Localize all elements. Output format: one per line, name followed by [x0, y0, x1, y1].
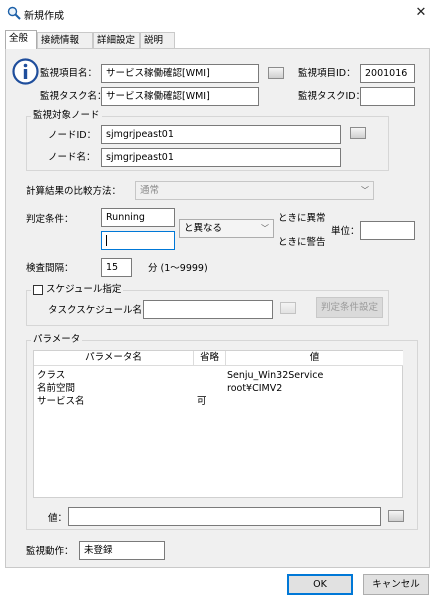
condition-label: 判定条件：: [26, 214, 74, 225]
close-icon[interactable]: ✕: [412, 4, 430, 22]
compare-select[interactable]: 通常 ﹀: [135, 181, 374, 200]
param-row-3-omit: 可: [197, 396, 207, 407]
parameter-table[interactable]: パラメータ名 省略 値 クラス Senju_Win32Service 名前空間 …: [33, 350, 403, 498]
param-value-input[interactable]: [68, 507, 381, 526]
ok-button[interactable]: OK: [287, 574, 353, 595]
task-id-input[interactable]: [360, 87, 415, 106]
action-label: 監視動作：: [26, 546, 74, 557]
node-id-label: ノードID：: [48, 130, 97, 141]
interval-input[interactable]: 15: [101, 258, 132, 277]
item-name-label: 監視項目名：: [40, 68, 98, 79]
window-title: 新規作成: [24, 11, 64, 22]
item-id-input[interactable]: 2001016: [360, 64, 415, 83]
compare-label: 計算結果の比較方法：: [26, 186, 122, 197]
cancel-button[interactable]: キャンセル: [363, 574, 429, 595]
unit-label: 単位：: [331, 226, 360, 237]
text-cursor: [106, 235, 107, 246]
tab-description[interactable]: 説明: [140, 32, 175, 48]
chevron-down-icon: ﹀: [361, 186, 369, 195]
condition-value1-input[interactable]: Running: [101, 208, 175, 227]
interval-label: 検査間隔：: [26, 263, 74, 274]
schedule-name-label: タスクスケジュール名：: [48, 305, 152, 316]
schedule-checkbox-label: スケジュール指定: [46, 284, 122, 295]
condition-settings-button[interactable]: 判定条件設定: [316, 297, 383, 318]
item-name-input[interactable]: サービス稼働確認[WMI]: [101, 64, 259, 83]
condition-value2-input[interactable]: [101, 231, 175, 250]
item-select-button[interactable]: [268, 67, 284, 79]
column-header-value[interactable]: 値: [226, 351, 403, 366]
parameter-group-label: パラメータ: [31, 334, 83, 346]
magnifier-icon: [7, 6, 21, 20]
param-value-label: 値：: [48, 513, 68, 524]
task-name-input[interactable]: サービス稼働確認[WMI]: [101, 87, 259, 106]
schedule-name-input[interactable]: [143, 300, 273, 319]
schedule-checkbox-row[interactable]: スケジュール指定: [31, 284, 124, 296]
item-id-label: 監視項目ID：: [298, 68, 356, 79]
compare-value: 通常: [140, 185, 160, 196]
task-id-label: 監視タスクID：: [298, 91, 366, 102]
node-name-input[interactable]: sjmgrjpeast01: [101, 148, 341, 167]
schedule-checkbox[interactable]: [33, 285, 43, 295]
column-header-name[interactable]: パラメータ名: [34, 351, 194, 366]
param-row-1-value: Senju_Win32Service: [227, 370, 324, 381]
abnormal-label: ときに異常: [278, 213, 326, 224]
param-row-3-name[interactable]: サービス名: [37, 396, 85, 407]
title-bar: [0, 0, 436, 28]
tab-details[interactable]: 詳細設定: [93, 32, 140, 48]
param-row-2-value: root¥CIMV2: [227, 383, 283, 394]
task-name-label: 監視タスク名：: [40, 91, 107, 102]
unit-input[interactable]: [360, 221, 415, 240]
schedule-select-button[interactable]: [280, 302, 296, 314]
operator-select[interactable]: と異なる ﹀: [179, 219, 274, 238]
warning-label: ときに警告: [278, 237, 326, 248]
param-row-1-name[interactable]: クラス: [37, 370, 65, 381]
tab-general[interactable]: 全般: [5, 30, 37, 49]
action-input[interactable]: 未登録: [79, 541, 165, 560]
param-row-2-name[interactable]: 名前空間: [37, 383, 75, 394]
interval-unit: 分 (1〜9999): [148, 263, 208, 274]
column-header-omit[interactable]: 省略: [194, 351, 226, 366]
tab-connection[interactable]: 接続情報: [37, 32, 93, 48]
node-group-label: 監視対象ノード: [31, 110, 102, 122]
node-name-label: ノード名：: [48, 152, 96, 163]
param-value-button[interactable]: [388, 510, 404, 522]
info-icon: [12, 58, 39, 85]
chevron-down-icon: ﹀: [261, 224, 269, 233]
node-id-input[interactable]: sjmgrjpeast01: [101, 125, 341, 144]
operator-value: と異なる: [184, 223, 223, 234]
node-select-button[interactable]: [350, 127, 366, 139]
